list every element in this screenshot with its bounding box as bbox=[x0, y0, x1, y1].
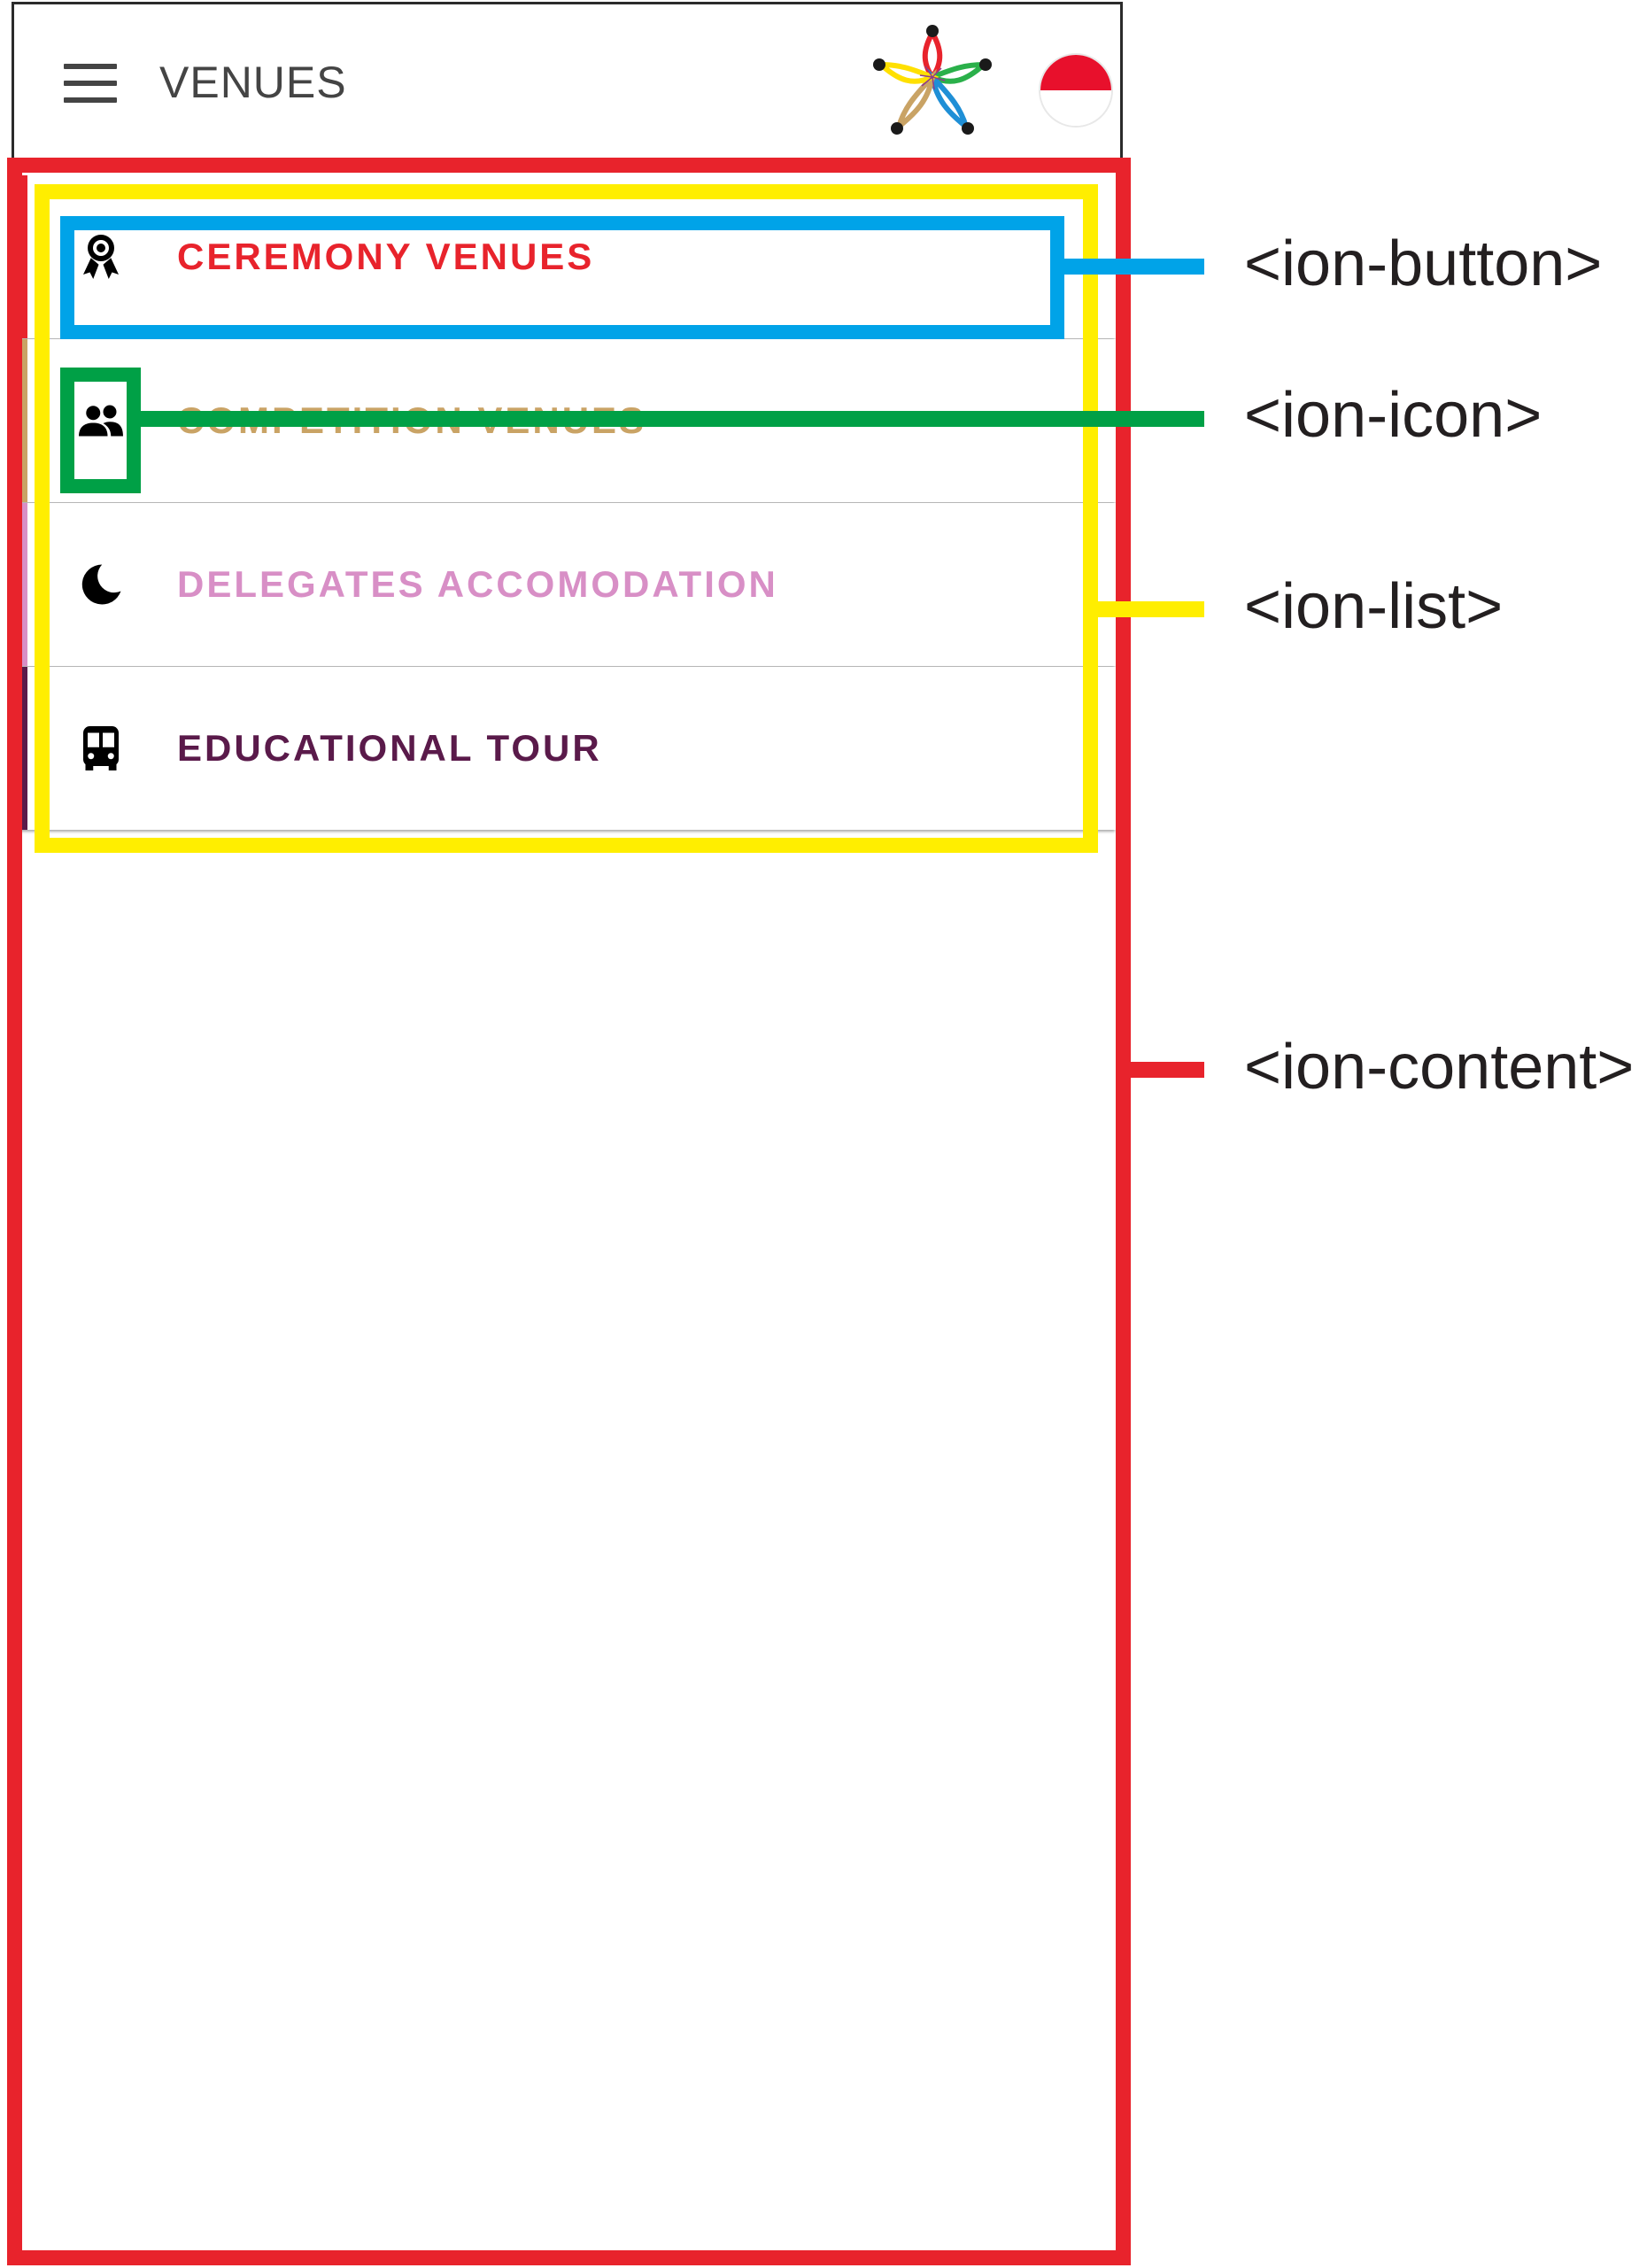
ion-content-leader-line bbox=[1131, 1062, 1204, 1078]
ion-list-leader-line bbox=[1098, 601, 1204, 617]
ion-button-leader-line bbox=[1063, 259, 1204, 275]
ion-icon-leader-line bbox=[140, 411, 1204, 427]
ion-icon-annotation-label: <ion-icon> bbox=[1244, 380, 1543, 451]
page-title: VENUES bbox=[159, 58, 347, 107]
flower-logo-icon bbox=[873, 25, 992, 135]
ion-content-annotation-label: <ion-content> bbox=[1244, 1032, 1635, 1103]
hamburger-menu-icon[interactable] bbox=[64, 64, 117, 103]
ion-button-frame bbox=[60, 216, 1064, 339]
ion-button-annotation-label: <ion-button> bbox=[1244, 228, 1603, 299]
ion-icon-frame bbox=[60, 368, 141, 493]
ion-list-annotation-label: <ion-list> bbox=[1244, 571, 1504, 642]
indonesia-flag-icon[interactable] bbox=[1039, 53, 1113, 128]
